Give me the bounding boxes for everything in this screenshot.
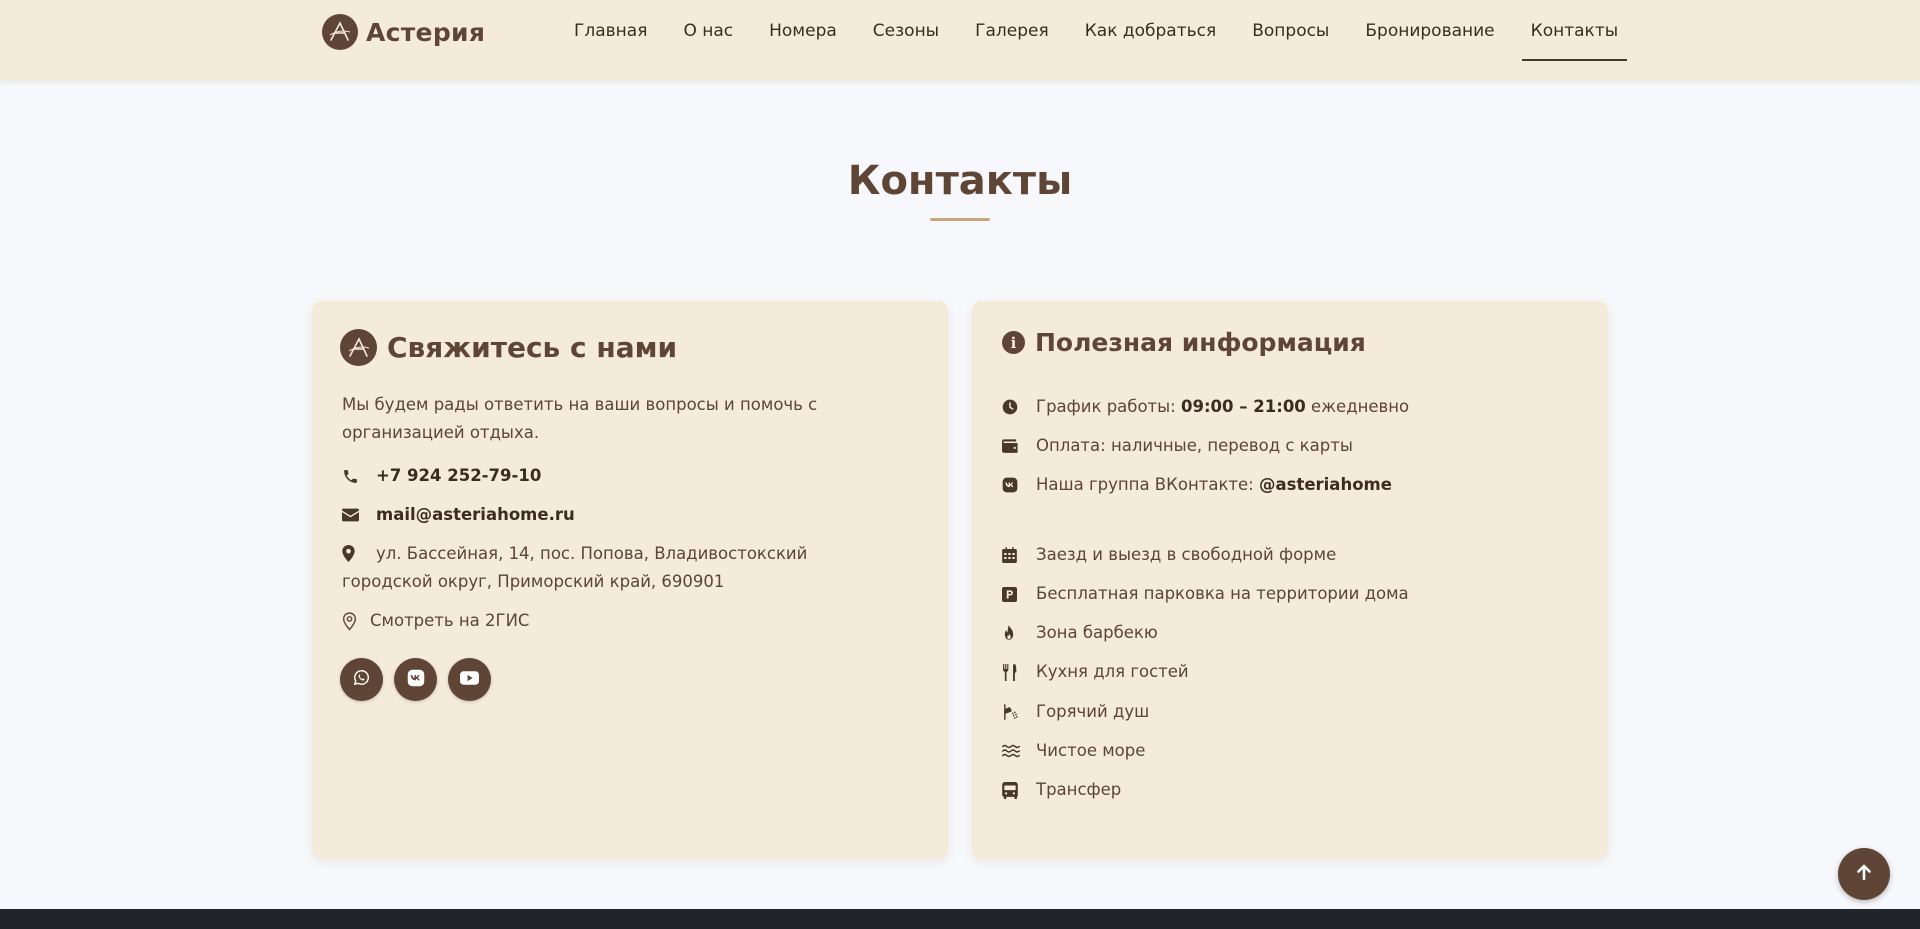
hours-row: График работы: 09:00 – 21:00 ежедневно [1002,393,1409,421]
map-link-row: Смотреть на 2ГИС [342,607,529,635]
youtube-icon [460,670,479,689]
payment-text: Оплата: наличные, перевод с карты [1036,436,1353,455]
footer [0,909,1920,929]
nav-item-about[interactable]: О нас [683,0,733,62]
nav-item-gallery[interactable]: Галерея [975,0,1049,62]
calendar-icon [1002,541,1036,569]
nav-item-directions[interactable]: Как добраться [1085,0,1217,62]
feature-item: Заезд и выезд в свободной форме [1002,541,1336,569]
map-link[interactable]: Смотреть на 2ГИС [370,607,529,635]
feature-item: Зона барбекю [1002,619,1158,647]
nav-item-rooms[interactable]: Номера [769,0,837,62]
info-card: i Полезная информация График работы: 09:… [972,301,1608,859]
vk-icon [407,669,425,691]
phone-link[interactable]: +7 924 252-79-10 [376,462,541,490]
utensils-icon [1002,658,1036,686]
contact-card: Свяжитесь с нами Мы будем рады ответить … [312,301,948,859]
brand-logo[interactable]: Астерия [322,14,485,50]
youtube-button[interactable] [448,658,491,701]
vk-button[interactable] [394,658,437,701]
nav-item-seasons[interactable]: Сезоны [873,0,939,62]
nav-item-contacts[interactable]: Контакты [1521,0,1627,62]
arrow-up-icon [1857,864,1871,884]
nav-item-booking[interactable]: Бронирование [1365,0,1494,62]
feature-item: Чистое море [1002,737,1145,765]
feature-checkin: Заезд и выезд в свободной форме [1036,545,1337,564]
contact-heading: Свяжитесь с нами [340,329,677,366]
email-link[interactable]: mail@asteriahome.ru [376,501,575,529]
vk-icon [1002,471,1036,499]
feature-bbq: Зона барбекю [1036,623,1158,642]
contact-intro: Мы будем рады ответить на ваши вопросы и… [342,395,818,442]
shower-icon [1002,698,1036,726]
info-circle-icon: i [1002,331,1025,354]
feature-parking: Бесплатная парковка на территории дома [1036,584,1409,603]
nav-item-home[interactable]: Главная [574,0,647,62]
feature-item: Бесплатная парковка на территории дома [1002,580,1409,608]
vk-group-label: Наша группа ВКонтакте: [1036,475,1259,494]
asteria-logo-icon [340,329,377,366]
social-links [340,658,491,701]
location-outline-icon [342,607,370,635]
wallet-icon [1002,432,1036,460]
asteria-logo-icon [322,14,358,50]
vk-group-link[interactable]: @asteriahome [1259,475,1392,494]
feature-item: Кухня для гостей [1002,658,1189,686]
feature-item: Трансфер [1002,776,1121,804]
clock-icon [1002,393,1036,421]
hours-suffix: ежедневно [1305,397,1410,416]
feature-kitchen: Кухня для гостей [1036,662,1189,681]
feature-item: Горячий душ [1002,698,1149,726]
feature-transfer: Трансфер [1036,780,1122,799]
contact-heading-text: Свяжитесь с нами [387,331,678,364]
address-text: ул. Бассейная, 14, пос. Попова, Владивос… [342,544,808,591]
info-heading-text: Полезная информация [1035,328,1366,357]
scroll-to-top-button[interactable] [1838,848,1890,900]
fire-icon [1002,619,1036,647]
main-nav: Главная О нас Номера Сезоны Галерея Как … [574,0,1654,62]
vk-group-row: Наша группа ВКонтакте: @asteriahome [1002,471,1392,499]
info-heading: i Полезная информация [1002,328,1366,357]
hours-value: 09:00 – 21:00 [1181,397,1306,416]
phone-row: +7 924 252-79-10 [342,462,541,490]
envelope-icon [342,501,376,529]
hours-label: График работы: [1036,397,1181,416]
brand-name: Астерия [366,17,486,47]
feature-sea: Чистое море [1036,741,1146,760]
parking-icon [1002,580,1036,608]
site-header: Астерия Главная О нас Номера Сезоны Гале… [0,0,1920,80]
whatsapp-icon [353,669,370,690]
phone-icon [342,462,376,490]
bus-icon [1002,776,1036,804]
title-underline [930,218,990,221]
whatsapp-button[interactable] [340,658,383,701]
water-waves-icon [1002,737,1036,765]
email-row: mail@asteriahome.ru [342,501,575,529]
payment-row: Оплата: наличные, перевод с карты [1002,432,1353,460]
page-title: Контакты [847,158,1073,204]
address-row: ул. Бассейная, 14, пос. Попова, Владивос… [342,540,902,596]
feature-shower: Горячий душ [1036,702,1150,721]
map-pin-icon [342,545,376,566]
nav-item-faq[interactable]: Вопросы [1252,0,1329,62]
